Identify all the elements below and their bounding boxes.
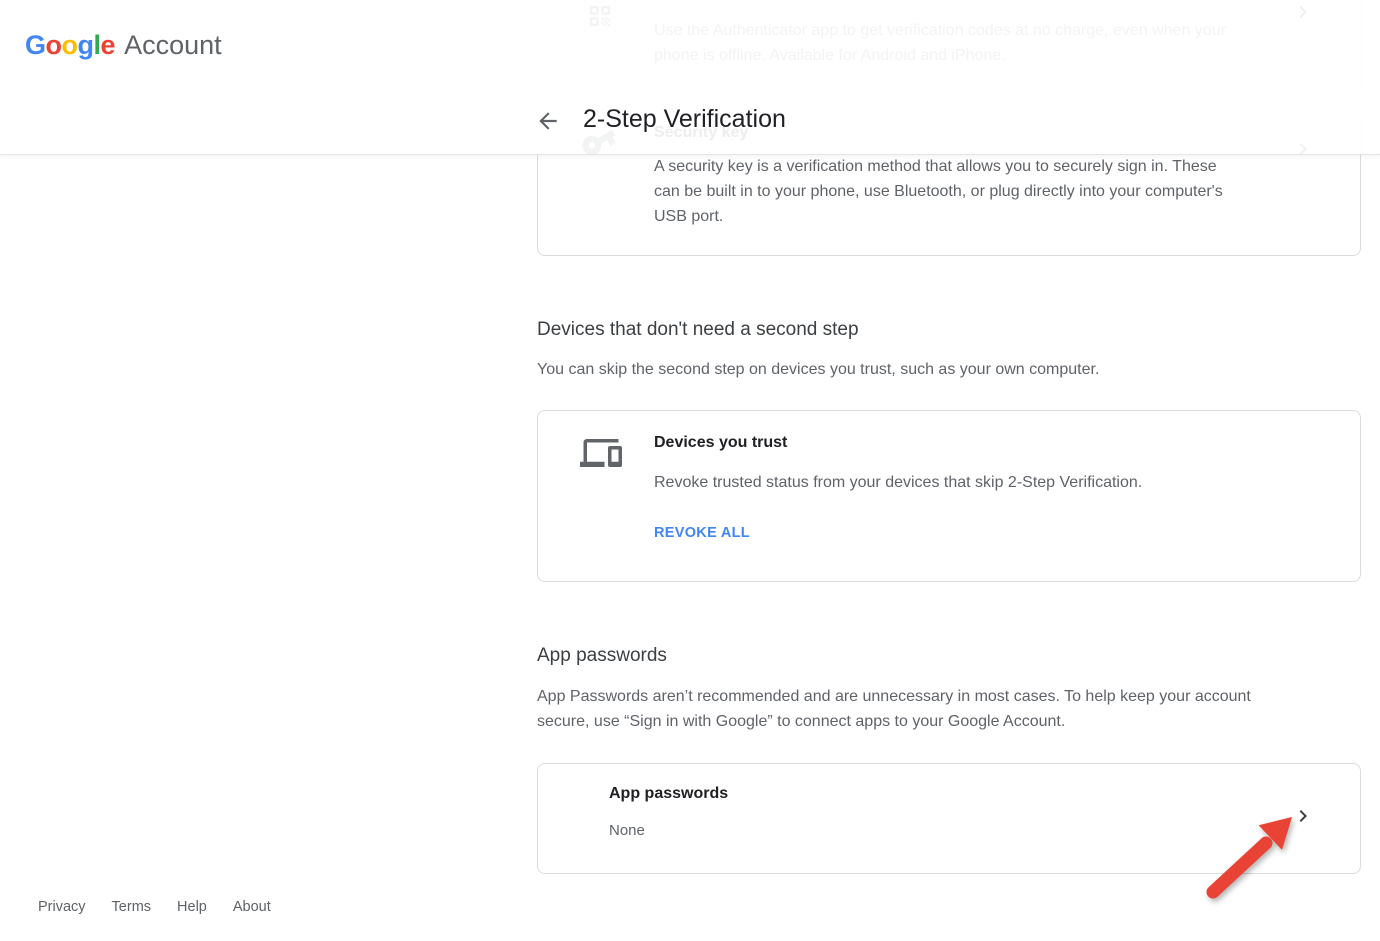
logo-letter: o <box>62 30 78 60</box>
annotation-arrow <box>1190 800 1310 920</box>
arrow-back-icon <box>535 108 561 134</box>
logo-letter: l <box>94 30 101 60</box>
section-description-trusted-devices: You can skip the second step on devices … <box>537 357 1099 382</box>
logo-product-name: Account <box>124 30 222 60</box>
back-button[interactable] <box>535 108 563 136</box>
logo-letter: o <box>46 30 62 60</box>
section-heading-app-passwords: App passwords <box>537 645 667 667</box>
logo-letter: e <box>101 30 116 60</box>
footer: Privacy Terms Help About <box>38 899 271 915</box>
section-description-app-passwords: App Passwords aren’t recommended and are… <box>537 684 1251 734</box>
app-passwords-title: App passwords <box>609 785 728 803</box>
logo-letter: G <box>25 30 46 60</box>
footer-link-privacy[interactable]: Privacy <box>38 899 86 915</box>
devices-you-trust-card: Devices you trust Revoke trusted status … <box>537 410 1361 582</box>
app-passwords-value: None <box>609 822 645 839</box>
footer-link-terms[interactable]: Terms <box>112 899 151 915</box>
revoke-all-button[interactable]: REVOKE ALL <box>654 525 750 541</box>
logo-letter: g <box>78 30 94 60</box>
devices-icon <box>580 432 622 479</box>
security-key-description: A security key is a verification method … <box>654 154 1223 229</box>
page: Use the Authenticator app to get verific… <box>0 0 1380 941</box>
section-heading-trusted-devices: Devices that don't need a second step <box>537 319 859 341</box>
footer-link-about[interactable]: About <box>233 899 271 915</box>
google-account-logo[interactable]: Google Account <box>25 30 222 61</box>
footer-link-help[interactable]: Help <box>177 899 207 915</box>
app-header: Google Account 2-Step Verification <box>0 0 1380 155</box>
devices-you-trust-title: Devices you trust <box>654 434 787 452</box>
page-title: 2-Step Verification <box>583 105 786 134</box>
devices-you-trust-description: Revoke trusted status from your devices … <box>654 470 1142 495</box>
